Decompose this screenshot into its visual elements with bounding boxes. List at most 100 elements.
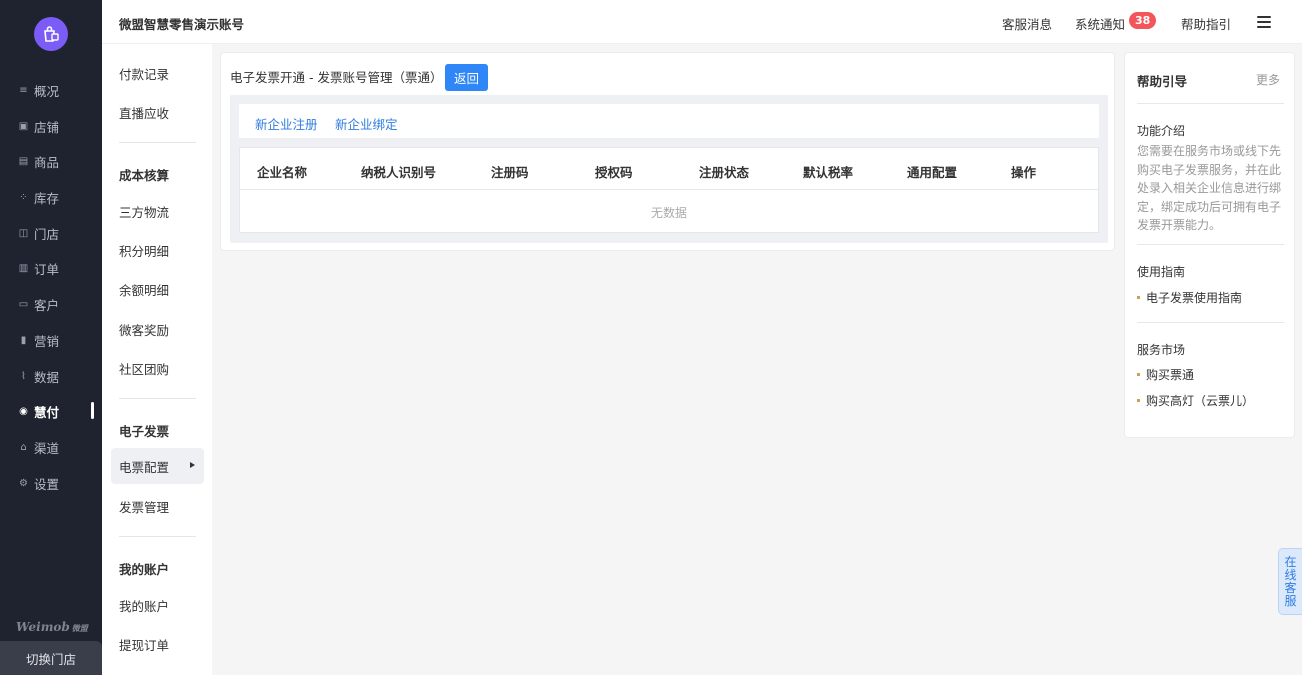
nav-item-goods[interactable]: ▤ 商品 (0, 149, 102, 173)
subnav-item-withdraw[interactable]: 提现订单 (111, 626, 204, 662)
brand-cn: 微盟 (71, 623, 88, 633)
shop-icon: ▣ (18, 120, 29, 132)
system-notice-link[interactable]: 系统通知 (1075, 14, 1125, 33)
goods-icon: ▤ (18, 155, 29, 167)
nav-label: 数据 (34, 369, 60, 385)
settings-icon: ⚙ (19, 477, 28, 489)
column-header: 注册状态 (699, 165, 750, 180)
subnav-label: 电票配置 (119, 459, 170, 475)
column-header: 纳税人识别号 (361, 165, 437, 180)
nav-item-channel[interactable]: ⌂ 渠道 (0, 435, 102, 459)
subnav-section-account: 我的账户 (119, 562, 170, 577)
bullet-icon (1137, 373, 1140, 376)
subnav-item-einvoice-config[interactable]: 电票配置 (111, 448, 204, 484)
overview-icon: ≡ (19, 84, 28, 96)
column-header: 操作 (1011, 165, 1037, 180)
back-button[interactable]: 返回 (445, 64, 488, 91)
hamburger-menu-icon[interactable] (1257, 16, 1271, 28)
service-message-link[interactable]: 客服消息 (1002, 14, 1052, 33)
sub-sidebar: 付款记录 直播应收 成本核算 三方物流 积分明细 余额明细 微客奖励 社区团购 … (102, 44, 212, 675)
divider (1137, 103, 1284, 104)
guide-link[interactable]: 电子发票使用指南 (1137, 289, 1242, 306)
nav-item-pay[interactable]: ◉ 慧付 (0, 399, 102, 423)
data-icon: ⌇ (21, 370, 26, 382)
market-title: 服务市场 (1137, 343, 1186, 357)
new-company-bind-link[interactable]: 新企业绑定 (335, 114, 398, 133)
stock-icon: ⁘ (19, 191, 28, 203)
nav-label: 商品 (34, 154, 60, 170)
nav-item-overview[interactable]: ≡ 概况 (0, 78, 102, 102)
column-header: 默认税率 (803, 165, 854, 180)
channel-icon: ⌂ (20, 441, 27, 453)
customer-icon: ▭ (18, 298, 29, 310)
column-header: 注册码 (491, 165, 529, 180)
nav-label: 慧付 (34, 404, 60, 420)
main-nav: ≡ 概况 ▣ 店铺 ▤ 商品 ⁘ 库存 ◫ 门店 ▥ 订单 ▭ 客户 ▮ 营销 ⌇ 数据 ◉ 慧付 … (0, 0, 102, 675)
help-title: 帮助引导 (1137, 74, 1188, 89)
buy-gaodeng-link[interactable]: 购买高灯（云票儿） (1137, 392, 1254, 409)
nav-item-store[interactable]: ◫ 门店 (0, 221, 102, 245)
breadcrumb: 电子发票开通 - 发票账号管理（票通） (230, 70, 443, 85)
action-tabs: 新企业注册 新企业绑定 (239, 104, 1099, 138)
subnav-section-einvoice: 电子发票 (119, 424, 170, 439)
subnav-item-reward[interactable]: 微客奖励 (111, 311, 204, 347)
help-guide-link[interactable]: 帮助指引 (1181, 14, 1231, 33)
subnav-item-points[interactable]: 积分明细 (111, 232, 204, 268)
top-header: 微盟智慧零售演示账号 客服消息 系统通知 38 帮助指引 (102, 0, 1302, 44)
divider (1137, 322, 1284, 323)
help-panel: 帮助引导 更多 功能介绍 您需要在服务市场或线下先购买电子发票服务，并在此处录入… (1124, 52, 1295, 438)
nav-label: 设置 (34, 476, 60, 492)
guide-link-label: 电子发票使用指南 (1146, 291, 1243, 305)
notice-count-badge: 38 (1129, 12, 1157, 29)
app-logo[interactable] (34, 17, 68, 51)
subnav-section-cost: 成本核算 (119, 168, 170, 183)
pay-icon: ◉ (19, 405, 28, 417)
active-indicator (91, 402, 94, 419)
empty-state: 无数据 (650, 206, 687, 220)
service-char: 在 (1284, 554, 1297, 569)
subnav-item-logistics[interactable]: 三方物流 (111, 193, 204, 229)
nav-item-customer[interactable]: ▭ 客户 (0, 292, 102, 316)
help-more-link[interactable]: 更多 (1256, 71, 1280, 88)
caret-right-icon (190, 462, 195, 468)
column-header: 授权码 (595, 165, 633, 180)
bullet-icon (1137, 399, 1140, 402)
subnav-item-balance[interactable]: 余额明细 (111, 271, 204, 307)
service-char: 客 (1284, 580, 1297, 595)
nav-item-settings[interactable]: ⚙ 设置 (0, 471, 102, 495)
buy-piaotong-link[interactable]: 购买票通 (1137, 366, 1194, 383)
store-icon: ◫ (18, 227, 29, 239)
intro-title: 功能介绍 (1137, 124, 1186, 138)
nav-label: 营销 (34, 333, 60, 349)
divider (119, 536, 196, 537)
market-link-label: 购买高灯（云票儿） (1146, 394, 1255, 408)
divider (119, 398, 196, 399)
account-table: 企业名称 纳税人识别号 注册码 授权码 注册状态 默认税率 通用配置 操作 无数… (239, 147, 1099, 233)
nav-item-order[interactable]: ▥ 订单 (0, 256, 102, 280)
nav-label: 概况 (34, 83, 60, 99)
weimob-brand: Weimob 微盟 (16, 620, 88, 634)
divider (1137, 244, 1284, 245)
service-char: 线 (1284, 567, 1297, 582)
subnav-item-my-account[interactable]: 我的账户 (111, 587, 204, 623)
table-header: 企业名称 纳税人识别号 注册码 授权码 注册状态 默认税率 通用配置 操作 (240, 148, 1098, 190)
nav-label: 门店 (34, 226, 60, 242)
brand-en: Weimob (16, 620, 70, 634)
bullet-icon (1137, 296, 1140, 299)
nav-item-shop[interactable]: ▣ 店铺 (0, 114, 102, 138)
nav-label: 店铺 (34, 119, 60, 135)
subnav-item-group-buy[interactable]: 社区团购 (111, 350, 204, 386)
market-link-label: 购买票通 (1146, 368, 1195, 382)
subnav-item-live-receivable[interactable]: 直播应收 (111, 94, 204, 130)
main-card: 电子发票开通 - 发票账号管理（票通） 返回 新企业注册 新企业绑定 企业名称 … (220, 52, 1115, 251)
subnav-item-payment-records[interactable]: 付款记录 (111, 55, 204, 91)
subnav-item-invoice-manage[interactable]: 发票管理 (111, 488, 204, 524)
order-icon: ▥ (18, 262, 29, 274)
switch-store-button[interactable]: 切换门店 (0, 641, 102, 675)
online-service-button[interactable]: 在 线 客 服 (1278, 548, 1302, 615)
new-company-register-link[interactable]: 新企业注册 (255, 114, 318, 133)
nav-item-marketing[interactable]: ▮ 营销 (0, 328, 102, 352)
nav-item-data[interactable]: ⌇ 数据 (0, 364, 102, 388)
nav-item-stock[interactable]: ⁘ 库存 (0, 185, 102, 209)
column-header: 企业名称 (257, 165, 308, 180)
